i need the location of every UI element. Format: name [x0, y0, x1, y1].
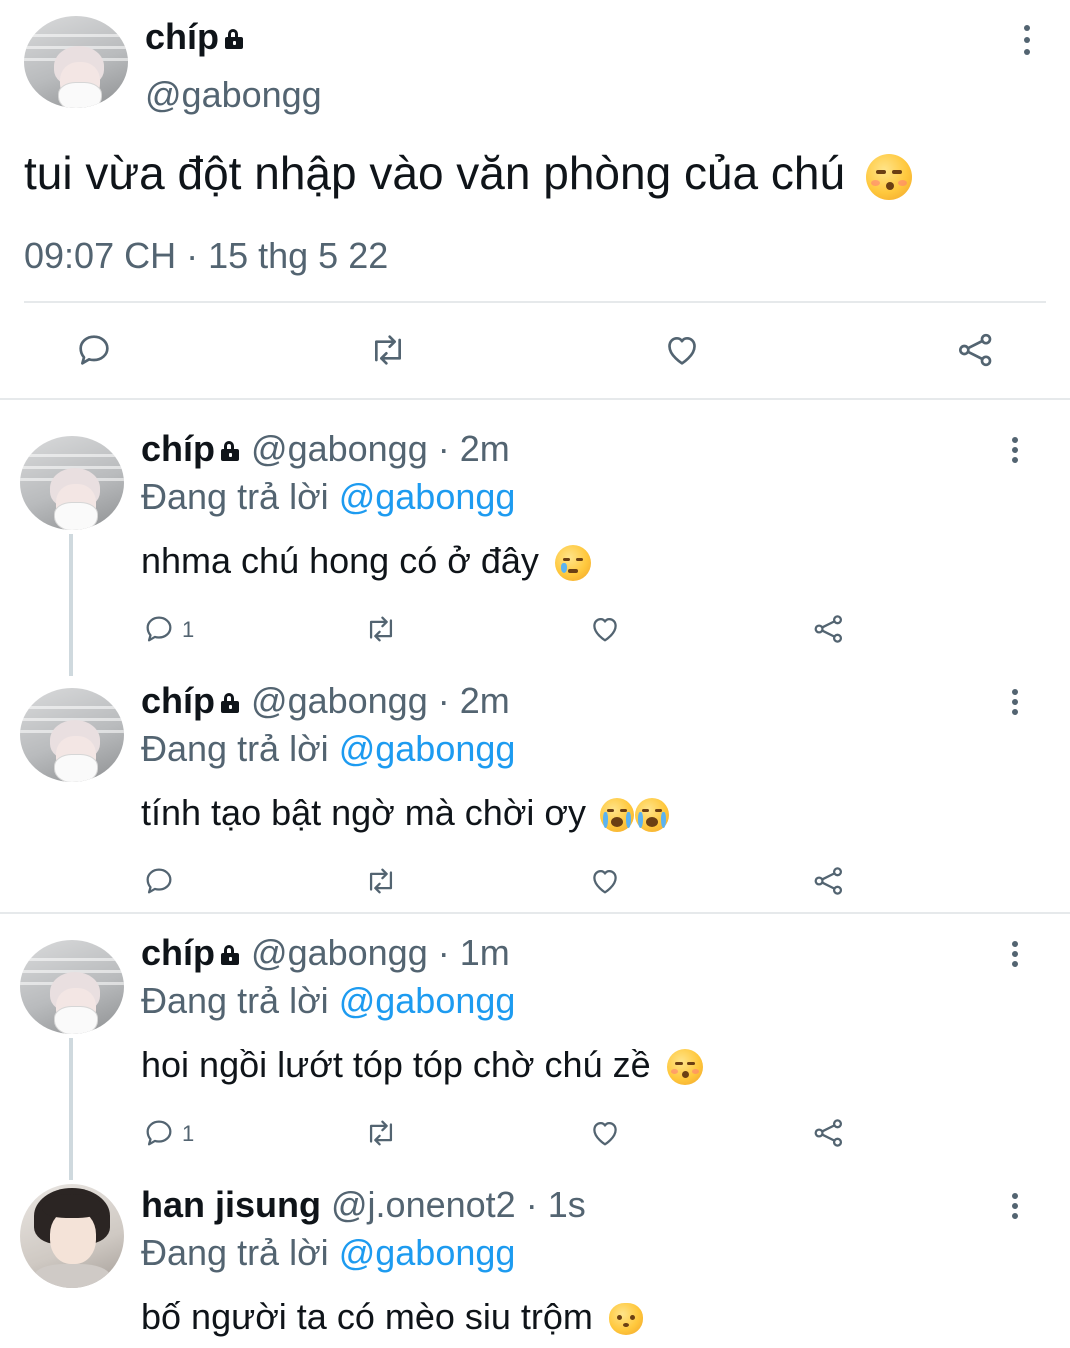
replying-prefix: Đang trả lời [141, 980, 329, 1021]
comment-icon[interactable] [142, 1116, 176, 1150]
thread-line [69, 534, 73, 676]
reply-text-content: hoi ngồi lướt tóp tóp chờ chú zề [141, 1044, 651, 1085]
replying-prefix: Đang trả lời [141, 728, 329, 769]
author-handle[interactable]: @gabongg [251, 680, 428, 721]
reply-text: tính tạo bật ngờ mà chời ơy [141, 792, 670, 834]
reply-time[interactable]: · 2m [438, 428, 510, 469]
reply-header: chíp @gabongg · 2m [141, 428, 510, 470]
heart-icon[interactable] [588, 864, 622, 898]
replying-to-link[interactable]: @gabongg [339, 980, 516, 1021]
cat-face-emoji [608, 1303, 643, 1336]
replying-to-link[interactable]: @gabongg [339, 476, 516, 517]
reply-text-content: tính tạo bật ngờ mà chời ơy [141, 792, 587, 833]
reply-text-content: nhma chú hong có ở đây [141, 540, 539, 581]
lock-icon [223, 29, 245, 50]
comment-icon[interactable] [142, 612, 176, 646]
author-name[interactable]: chíp [141, 680, 215, 721]
reply-text: hoi ngồi lướt tóp tóp chờ chú zề [141, 1044, 703, 1086]
lock-icon [219, 441, 241, 462]
reply-count: 1 [182, 1121, 195, 1146]
more-vertical-icon[interactable] [1023, 25, 1031, 55]
retweet-icon[interactable] [362, 612, 400, 646]
replying-prefix: Đang trả lời [141, 476, 329, 517]
comment-icon[interactable] [74, 330, 114, 370]
loudly-crying-face-emoji [635, 798, 670, 833]
replying-to-link[interactable]: @gabongg [339, 1232, 516, 1273]
more-vertical-icon[interactable] [1011, 689, 1019, 719]
heart-icon[interactable] [588, 612, 622, 646]
reply-text: nhma chú hong có ở đây [141, 540, 591, 582]
divider [0, 398, 1070, 400]
author-name[interactable]: chíp [141, 428, 215, 469]
heart-icon[interactable] [662, 330, 702, 370]
author-name[interactable]: chíp [145, 16, 245, 58]
lock-icon [219, 945, 241, 966]
author-handle[interactable]: @gabongg [145, 74, 322, 116]
reply-header: chíp @gabongg · 2m [141, 680, 510, 722]
avatar[interactable] [20, 1184, 124, 1288]
share-icon[interactable] [812, 864, 846, 898]
divider [0, 912, 1070, 914]
replying-to-link[interactable]: @gabongg [339, 728, 516, 769]
author-name[interactable]: han jisung [141, 1184, 321, 1225]
avatar[interactable] [20, 688, 124, 782]
reply-header: han jisung @j.onenot2 · 1s [141, 1184, 586, 1226]
share-icon[interactable] [812, 1116, 846, 1150]
author-handle[interactable]: @gabongg [251, 428, 428, 469]
reply-text: bố người ta có mèo siu trộm [141, 1296, 643, 1338]
reply-time[interactable]: · 1m [438, 932, 510, 973]
reply-header: chíp @gabongg · 1m [141, 932, 510, 974]
replying-prefix: Đang trả lời [141, 1232, 329, 1273]
avatar[interactable] [20, 940, 124, 1034]
retweet-icon[interactable] [362, 1116, 400, 1150]
divider [24, 301, 1046, 303]
tweet-timestamp[interactable]: 09:07 CH · 15 thg 5 22 [24, 235, 388, 277]
reply-time[interactable]: · 2m [438, 680, 510, 721]
more-vertical-icon[interactable] [1011, 437, 1019, 467]
author-name[interactable]: chíp [141, 932, 215, 973]
reply-time[interactable]: · 1s [526, 1184, 586, 1225]
author-handle[interactable]: @j.onenot2 [331, 1184, 516, 1225]
heart-icon[interactable] [588, 1116, 622, 1150]
replying-to: Đang trả lời @gabongg [141, 728, 515, 770]
face-holding-back-tears-emoji [554, 545, 591, 582]
reply-count: 1 [182, 617, 195, 642]
author-handle[interactable]: @gabongg [251, 932, 428, 973]
replying-to: Đang trả lời @gabongg [141, 980, 515, 1022]
author-name-text[interactable]: chíp [145, 16, 219, 57]
more-vertical-icon[interactable] [1011, 1193, 1019, 1223]
retweet-icon[interactable] [366, 330, 410, 370]
tweet-text-content: tui vừa đột nhập vào văn phòng của chú [24, 147, 846, 199]
reply-text-content: bố người ta có mèo siu trộm [141, 1296, 593, 1337]
kissing-face-emoji [666, 1049, 703, 1086]
loudly-crying-face-emoji [600, 798, 635, 833]
tweet-text: tui vừa đột nhập vào văn phòng của chú [24, 146, 912, 200]
avatar[interactable] [24, 16, 128, 108]
lock-icon [219, 693, 241, 714]
retweet-icon[interactable] [362, 864, 400, 898]
more-vertical-icon[interactable] [1011, 941, 1019, 971]
replying-to: Đang trả lời @gabongg [141, 476, 515, 518]
avatar[interactable] [20, 436, 124, 530]
comment-icon[interactable] [142, 864, 176, 898]
kissing-face-emoji [865, 153, 912, 200]
share-icon[interactable] [812, 612, 846, 646]
thread-line [69, 1038, 73, 1180]
share-icon[interactable] [956, 330, 996, 370]
replying-to: Đang trả lời @gabongg [141, 1232, 515, 1274]
